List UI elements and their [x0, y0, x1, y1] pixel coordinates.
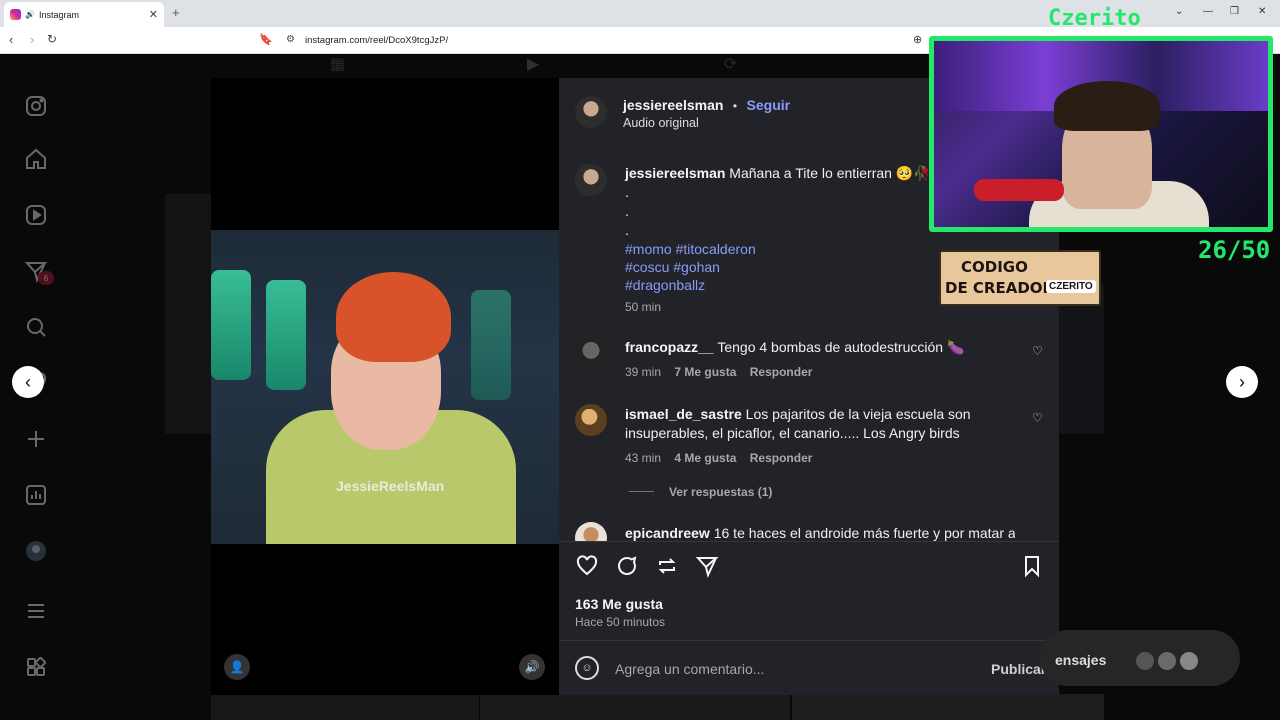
caption-dot: .	[625, 184, 629, 200]
post-time: Hace 50 minutos	[575, 615, 666, 629]
site-info-icon[interactable]: ⚙	[286, 34, 295, 45]
zoom-icon[interactable]: ⊕	[913, 33, 922, 46]
comment-likes[interactable]: 4 Me gusta	[674, 451, 736, 465]
follow-button[interactable]: Seguir	[747, 97, 791, 113]
progress-counter: 26/50	[1198, 236, 1271, 264]
divider	[559, 541, 1059, 542]
comment-avatar[interactable]	[575, 522, 607, 541]
caption-avatar[interactable]	[575, 164, 607, 196]
author-avatar[interactable]	[575, 96, 607, 128]
creator-code-line2: DE CREADOR	[945, 279, 1055, 297]
caption-dot: .	[625, 203, 629, 219]
webcam-overlay	[929, 36, 1273, 232]
message-avatar	[1134, 650, 1156, 672]
caption: jessiereelsman Mañana a Tite lo entierra…	[625, 164, 945, 314]
caption-time: 50 min	[625, 300, 662, 314]
share-icon[interactable]	[695, 554, 721, 580]
video-frame: JessieReelsMan	[211, 230, 559, 544]
comment-avatar[interactable]	[575, 404, 607, 436]
replies-line	[629, 491, 654, 492]
like-count[interactable]: 163 Me gusta	[575, 596, 663, 612]
comment-text: 16 te haces el androide más fuerte y por…	[713, 525, 1015, 541]
comment: ismael_de_sastre Los pajaritos de la vie…	[625, 405, 1015, 465]
restore-icon[interactable]: ❐	[1230, 6, 1239, 17]
url-text[interactable]: instagram.com/reel/DcoX9tcgJzP/	[305, 35, 448, 46]
tagged-users-icon[interactable]: 👤	[224, 654, 250, 680]
streamer-name: Czerito	[1048, 6, 1141, 31]
next-post-button[interactable]: ›	[1226, 366, 1258, 398]
comment-input[interactable]: Agrega un comentario...	[615, 661, 764, 677]
message-avatar	[1156, 650, 1178, 672]
new-tab-icon[interactable]: +	[172, 5, 180, 20]
like-comment-icon[interactable]: ♡	[1032, 411, 1043, 425]
publish-button[interactable]: Publicar	[991, 661, 1046, 677]
emoji-icon[interactable]: ☺	[575, 656, 599, 680]
volume-icon[interactable]: 🔊	[519, 654, 545, 680]
audio-playing-icon[interactable]: 🔊	[25, 10, 35, 19]
messages-label: ensajes	[1055, 652, 1107, 668]
forward-icon[interactable]: ›	[30, 32, 34, 47]
tab-search-icon[interactable]: ⌄	[1175, 6, 1183, 17]
caption-dot: .	[625, 222, 629, 238]
divider	[559, 640, 1059, 641]
hashtags[interactable]: #coscu #gohan	[625, 258, 945, 276]
repost-action-icon[interactable]	[655, 554, 681, 580]
creator-code-name: CZERITO	[1046, 280, 1096, 293]
browser-tab[interactable]: 🔊 Instagram ✕	[4, 2, 164, 27]
cam-microphone	[974, 179, 1064, 201]
scene-tank	[266, 280, 306, 390]
caption-text: Mañana a Tite lo entierran 🥺🥀	[729, 165, 931, 181]
message-avatar	[1178, 650, 1200, 672]
scene-tank	[211, 270, 251, 380]
reel-video[interactable]: JessieReelsMan 👤 🔊	[211, 78, 559, 695]
minimize-icon[interactable]: —	[1203, 6, 1213, 17]
scene-tank	[471, 290, 511, 400]
hashtags[interactable]: #dragonballz	[625, 276, 945, 294]
comment-text: Tengo 4 bombas de autodestrucción 🍆	[717, 339, 965, 355]
bookmark-icon[interactable]: 🔖	[259, 33, 273, 46]
creator-code-banner: CODIGO DE CREADOR CZERITO	[939, 250, 1101, 306]
save-icon[interactable]	[1020, 554, 1046, 580]
video-watermark: JessieReelsMan	[336, 478, 445, 494]
author-username[interactable]: jessiereelsman	[623, 97, 723, 113]
back-icon[interactable]: ‹	[9, 32, 13, 47]
comment-time: 39 min	[625, 365, 662, 379]
comment-avatar[interactable]	[575, 336, 607, 368]
like-icon[interactable]	[575, 554, 601, 580]
comment-username[interactable]: epicandreew	[625, 525, 710, 541]
comment: francopazz__ Tengo 4 bombas de autodestr…	[625, 338, 1015, 379]
reply-button[interactable]: Responder	[750, 451, 813, 465]
comment-likes[interactable]: 7 Me gusta	[674, 365, 736, 379]
post-header: jessiereelsman • Seguir	[623, 97, 791, 113]
close-tab-icon[interactable]: ✕	[149, 8, 158, 21]
person-hair	[336, 272, 451, 362]
comment-time: 43 min	[625, 451, 662, 465]
comment-clip: epicandreew 16 te haces el androide más …	[559, 518, 1059, 541]
comment-icon[interactable]	[615, 554, 641, 580]
audio-label[interactable]: Audio original	[623, 116, 699, 130]
caption-username[interactable]: jessiereelsman	[625, 165, 725, 181]
comment-username[interactable]: ismael_de_sastre	[625, 406, 742, 422]
view-replies-button[interactable]: Ver respuestas (1)	[669, 485, 772, 499]
like-comment-icon[interactable]: ♡	[1032, 344, 1043, 358]
tab-title: Instagram	[38, 9, 79, 20]
reload-icon[interactable]: ↻	[47, 32, 57, 46]
comment-username[interactable]: francopazz__	[625, 339, 714, 355]
hashtags[interactable]: #momo #titocalderon	[625, 240, 945, 258]
reply-button[interactable]: Responder	[750, 365, 813, 379]
creator-code-line1: CODIGO	[961, 258, 1028, 276]
previous-post-button[interactable]: ‹	[12, 366, 44, 398]
instagram-favicon-icon	[10, 9, 21, 20]
close-window-icon[interactable]: ✕	[1258, 6, 1266, 17]
cam-hair	[1054, 81, 1160, 131]
